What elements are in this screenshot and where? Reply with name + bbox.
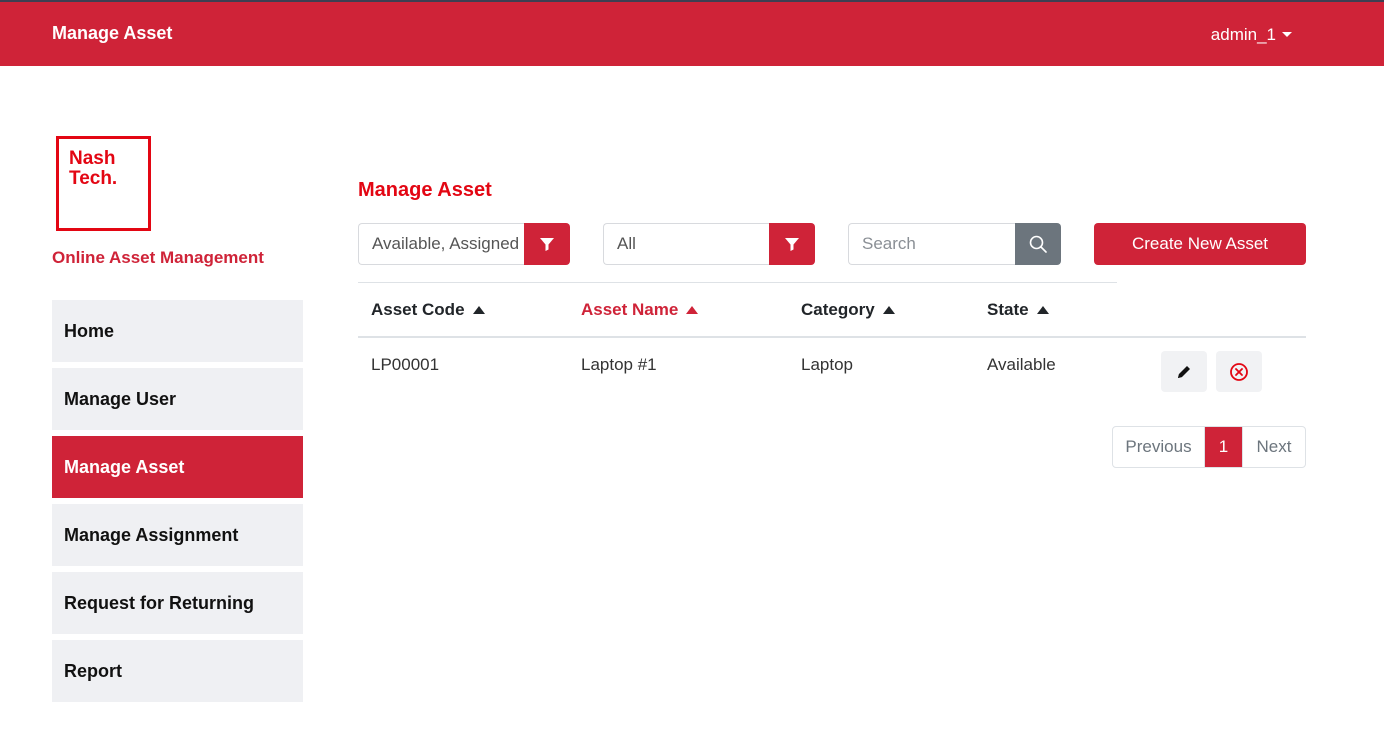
user-name: admin_1 [1210,25,1276,44]
search-button[interactable] [1015,223,1061,265]
pagination: Previous 1 Next [1112,426,1306,468]
logo-line-1: Nash [69,148,116,169]
header-title: Manage Asset [52,23,173,43]
filter-icon [540,238,554,251]
table-top-border [358,282,1117,283]
column-header-asset-code[interactable]: Asset Code [371,300,485,320]
edit-asset-button[interactable] [1161,351,1207,392]
logo-line-2: Tech. [69,168,118,189]
column-label: Asset Code [371,300,465,319]
cell-category: Laptop [801,355,853,374]
cell-asset-name: Laptop #1 [581,355,657,374]
delete-asset-button[interactable] [1216,351,1262,392]
search-box [848,223,1061,265]
close-circle-icon [1230,362,1248,381]
pagination-previous[interactable]: Previous [1113,427,1205,467]
filter-icon [785,238,799,251]
sidebar-item-manage-user[interactable]: Manage User [52,368,303,430]
category-filter-select[interactable]: All [603,223,769,265]
pagination-next[interactable]: Next [1242,427,1305,467]
sidebar-item-manage-assignment[interactable]: Manage Assignment [52,504,303,566]
pencil-icon [1178,365,1190,378]
column-label: Asset Name [581,300,679,319]
column-label: State [987,300,1029,319]
nashtech-logo: Nash Tech. [56,136,151,231]
search-input[interactable] [848,223,1015,265]
pagination-page-1[interactable]: 1 [1205,427,1242,467]
column-header-category[interactable]: Category [801,300,895,320]
user-menu[interactable]: admin_1 [1211,25,1292,45]
create-new-asset-button[interactable]: Create New Asset [1094,223,1306,265]
top-bar: Manage Asset admin_1 [0,0,1384,66]
cell-asset-code: LP00001 [371,355,440,374]
sort-asc-icon [686,306,699,314]
sidebar-item-manage-asset[interactable]: Manage Asset [52,436,303,498]
sidebar-nav: Home Manage User Manage Asset Manage Ass… [52,300,303,708]
sidebar-item-report[interactable]: Report [52,640,303,702]
column-label: Category [801,300,875,319]
sidebar-item-request-returning[interactable]: Request for Returning [52,572,303,634]
sort-asc-icon [1036,306,1049,314]
category-filter-button[interactable] [769,223,815,265]
state-filter-button[interactable] [524,223,570,265]
column-header-asset-name[interactable]: Asset Name [581,300,699,320]
cell-state: Available [987,355,1056,374]
state-filter: Available, Assigned [358,223,570,265]
search-icon [1029,235,1047,253]
app-brand: Online Asset Management [52,248,264,267]
sidebar-item-home[interactable]: Home [52,300,303,362]
column-header-state[interactable]: State [987,300,1049,320]
sort-asc-icon [472,306,485,314]
category-filter: All [603,223,815,265]
page-title: Manage Asset [358,179,492,201]
sort-asc-icon [882,306,895,314]
chevron-down-icon [1282,31,1292,37]
table-header-border [358,336,1306,338]
state-filter-select[interactable]: Available, Assigned [358,223,524,265]
